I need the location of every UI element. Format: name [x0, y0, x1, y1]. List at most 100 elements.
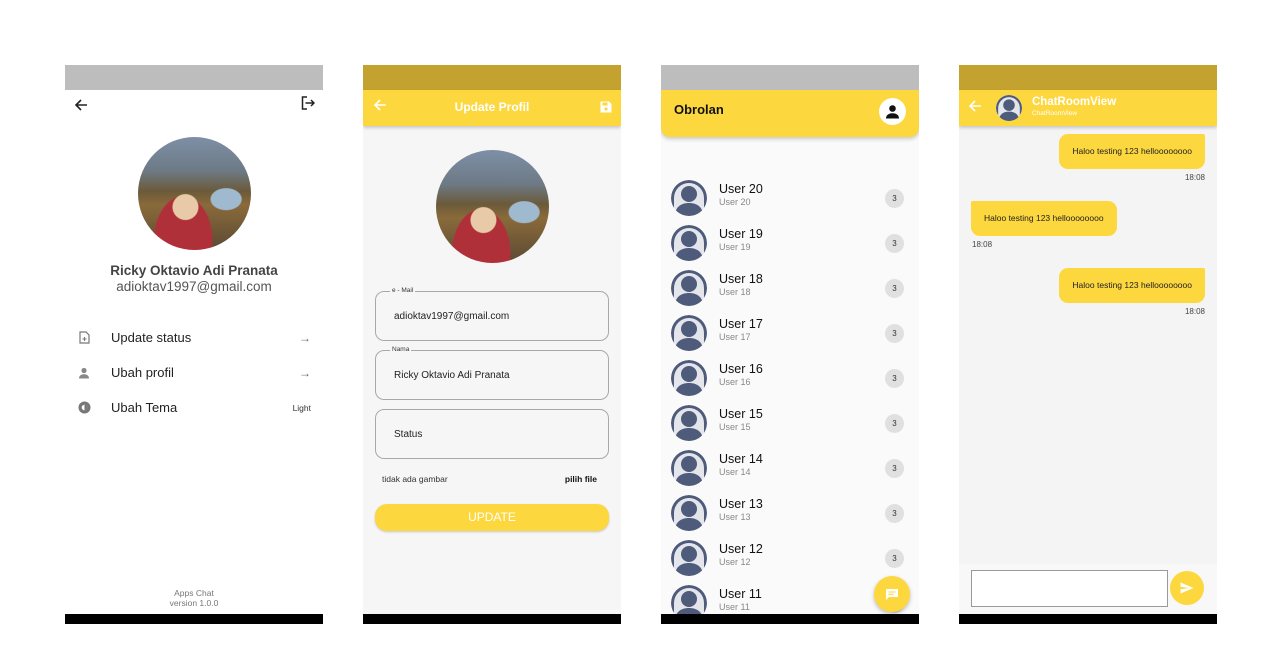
status-bar [661, 65, 919, 90]
settings-menu: Update status → Ubah profil → Ubah Tema … [65, 320, 323, 425]
theme-value: Light [292, 402, 311, 413]
chat-subtitle: User 18 [719, 287, 751, 297]
system-nav-bar [65, 614, 323, 624]
save-icon[interactable] [600, 100, 612, 118]
profile-photo[interactable] [435, 150, 549, 263]
back-arrow-icon[interactable] [74, 98, 88, 116]
chat-list-item[interactable]: User 18 User 18 3 [661, 268, 919, 313]
system-nav-bar [661, 614, 919, 624]
chat-list: User 20 User 20 3 User 19 User 19 3 User… [661, 178, 919, 624]
chat-subtitle: User 16 [719, 377, 751, 387]
chat-subtitle: User 14 [719, 467, 751, 477]
person-icon [77, 366, 91, 380]
message-bubble: Haloo testing 123 helloooooooo [1059, 134, 1205, 169]
menu-item-ubah-profil[interactable]: Ubah profil → [65, 355, 323, 390]
avatar [671, 225, 707, 261]
avatar [671, 315, 707, 351]
unread-badge: 3 [885, 189, 904, 208]
chat-name: User 11 [719, 587, 762, 601]
pick-file-button[interactable]: pilih file [565, 474, 597, 484]
chat-list-item[interactable]: User 17 User 17 3 [661, 313, 919, 358]
chat-list-item[interactable]: User 16 User 16 3 [661, 358, 919, 403]
message-list: Haloo testing 123 helloooooooo 18:08 Hal… [959, 126, 1217, 561]
app-version: version 1.0.0 [169, 598, 219, 608]
send-button[interactable] [1170, 571, 1204, 605]
chat-list-item[interactable]: User 13 User 13 3 [661, 493, 919, 538]
system-nav-bar [363, 614, 621, 624]
message-bubble: Haloo testing 123 helloooooooo [971, 201, 1117, 236]
menu-item-update-status[interactable]: Update status → [65, 320, 323, 355]
chat-name: User 19 [719, 227, 763, 241]
app-name: Apps Chat [174, 588, 214, 598]
settings-top-bar [65, 90, 323, 126]
chat-name: User 18 [719, 272, 763, 286]
update-button[interactable]: UPDATE [375, 504, 609, 531]
app-bar: ChatRoomView ChatRoomView [959, 90, 1217, 126]
chat-name: User 14 [719, 452, 763, 466]
chat-name: User 15 [719, 407, 763, 421]
unread-badge: 3 [885, 324, 904, 343]
chat-list-item[interactable]: User 19 User 19 3 [661, 223, 919, 268]
status-field[interactable]: Status [375, 409, 609, 459]
status-bar [65, 65, 323, 90]
page-title: Obrolan [674, 102, 724, 117]
logout-icon[interactable] [301, 96, 316, 115]
app-bar: Update Profil [363, 90, 621, 126]
unread-badge: 3 [885, 414, 904, 433]
profile-button[interactable] [879, 98, 906, 125]
profile-email: adioktav1997@gmail.com [116, 279, 272, 294]
menu-item-label: Update status [111, 330, 192, 345]
chat-icon [886, 588, 898, 600]
obrolan-screen: Obrolan User 20 User 20 3 User 19 User 1… [661, 65, 919, 624]
chat-subtitle: User 13 [719, 512, 751, 522]
status-field-placeholder: Status [394, 429, 423, 440]
message-input[interactable] [971, 570, 1168, 607]
compose-bar [959, 564, 1217, 614]
note-add-icon [77, 331, 91, 345]
arrow-right-icon: → [299, 330, 311, 345]
chatroom-screen: ChatRoomView ChatRoomView Haloo testing … [959, 65, 1217, 624]
settings-screen: Ricky Oktavio Adi Pranata adioktav1997@g… [65, 65, 323, 624]
chatroom-title: ChatRoomView [1032, 96, 1117, 108]
unread-badge: 3 [885, 279, 904, 298]
chat-subtitle: User 19 [719, 242, 751, 252]
status-bar [363, 65, 621, 90]
chat-subtitle: User 12 [719, 557, 751, 567]
avatar [671, 495, 707, 531]
menu-item-label: Ubah profil [111, 365, 174, 380]
new-chat-button[interactable] [874, 576, 910, 612]
chat-list-item[interactable]: User 20 User 20 3 [661, 178, 919, 223]
nama-field-value: Ricky Oktavio Adi Pranata [394, 370, 510, 381]
back-arrow-icon[interactable] [968, 100, 982, 115]
theme-icon [77, 401, 91, 415]
chat-name: User 20 [719, 182, 763, 196]
status-bar [959, 65, 1217, 90]
menu-item-label: Ubah Tema [111, 400, 178, 415]
chat-list-item[interactable]: User 12 User 12 3 [661, 538, 919, 583]
obrolan-header: Obrolan [661, 65, 919, 137]
unread-badge: 3 [885, 549, 904, 568]
chat-subtitle: User 17 [719, 332, 751, 342]
chat-name: User 17 [719, 317, 763, 331]
chat-subtitle: User 11 [719, 602, 750, 612]
nama-field[interactable]: Nama Ricky Oktavio Adi Pranata [375, 346, 609, 400]
avatar[interactable] [996, 95, 1022, 121]
system-nav-bar [959, 614, 1217, 624]
chat-name: User 12 [719, 542, 763, 556]
chat-subtitle: User 15 [719, 422, 751, 432]
unread-badge: 3 [885, 504, 904, 523]
menu-item-ubah-tema[interactable]: Ubah Tema Light [65, 390, 323, 425]
chat-subtitle: User 20 [719, 197, 751, 207]
chat-list-item[interactable]: User 15 User 15 3 [661, 403, 919, 448]
message-time: 18:08 [972, 240, 993, 249]
message-time: 18:08 [1184, 173, 1205, 182]
update-profil-screen: Update Profil e - Mail adioktav1997@gmai… [363, 65, 621, 624]
chat-name: User 13 [719, 497, 763, 511]
email-field[interactable]: e - Mail adioktav1997@gmail.com [375, 287, 609, 341]
profile-name: Ricky Oktavio Adi Pranata [110, 263, 278, 278]
arrow-right-icon: → [299, 365, 311, 380]
app-footer: Apps Chat version 1.0.0 [65, 588, 323, 608]
email-field-value: adioktav1997@gmail.com [394, 311, 510, 322]
chat-list-item[interactable]: User 14 User 14 3 [661, 448, 919, 493]
message-bubble: Haloo testing 123 helloooooooo [1059, 268, 1205, 303]
